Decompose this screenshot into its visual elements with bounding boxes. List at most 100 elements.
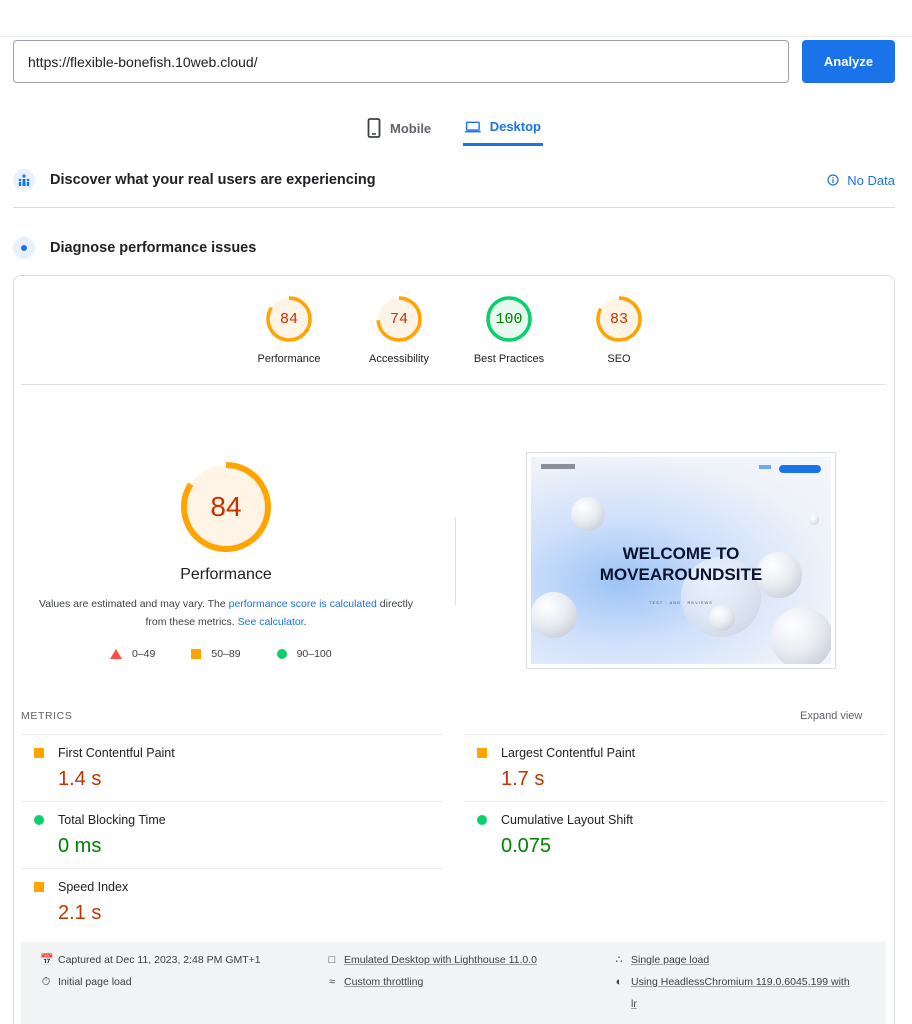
- tab-desktop-label: Desktop: [489, 119, 541, 134]
- vertical-divider: [455, 517, 456, 605]
- expand-view-button[interactable]: Expand view: [800, 710, 862, 722]
- initial-load-text: Initial page load: [58, 976, 132, 988]
- initial-load: ⏱ Initial page load: [40, 971, 132, 993]
- gauge-accessibility[interactable]: 74 Accessibility: [344, 295, 454, 365]
- performance-gauge: 84: [180, 461, 272, 553]
- single-page-load[interactable]: ∴ Single page load: [613, 949, 710, 971]
- circle-icon: [34, 815, 44, 825]
- circle-icon: [276, 649, 287, 659]
- gauge-performance[interactable]: 84 Performance: [234, 295, 344, 365]
- throttling[interactable]: ≈ Custom throttling: [326, 971, 423, 993]
- metrics-label: METRICS: [21, 710, 73, 722]
- nodes-icon: ∴: [615, 954, 623, 966]
- metric-value: 1.7 s: [501, 768, 545, 790]
- metric-value: 1.4 s: [58, 768, 102, 790]
- mobile-icon: [367, 118, 381, 138]
- gauge-score: 84: [279, 310, 298, 328]
- metric-lcp: Largest Contentful Paint 1.7 s: [477, 746, 897, 791]
- triangle-icon: [110, 649, 122, 659]
- url-input[interactable]: [13, 40, 789, 83]
- square-icon: [191, 649, 202, 659]
- see-calculator-link[interactable]: See calculator: [238, 616, 304, 628]
- gauge-label: Best Practices: [473, 353, 545, 365]
- sphere: [531, 592, 577, 638]
- gauge-score: 100: [495, 310, 523, 328]
- gauge-seo[interactable]: 83 SEO: [564, 295, 674, 365]
- section-divider: [13, 207, 895, 208]
- screenshot-subheading: TEST · AND · REVIEWS: [649, 600, 713, 605]
- gauge-label: Accessibility: [369, 353, 429, 365]
- captured-text: Captured at Dec 11, 2023, 2:48 PM GMT+1: [58, 954, 261, 966]
- metric-cls: Cumulative Layout Shift 0.075: [477, 813, 897, 858]
- legend-pass: 90–100: [276, 648, 332, 660]
- browser-line-2: lr: [631, 998, 637, 1010]
- wifi-icon: ≈: [328, 976, 336, 988]
- screenshot-heading-1: WELCOME TO: [622, 544, 740, 563]
- metric-name: Speed Index: [58, 880, 129, 894]
- performance-title: Performance: [180, 566, 272, 583]
- legend-label: 0–49: [132, 648, 156, 660]
- emulated-text: Emulated Desktop with Lighthouse 11.0.0: [344, 954, 538, 966]
- metric-divider: [464, 801, 886, 802]
- metric-name: First Contentful Paint: [58, 746, 175, 760]
- metric-value: 0 ms: [58, 835, 102, 857]
- desc-text: Values are estimated and may vary. The: [38, 598, 229, 610]
- site-button: [779, 465, 821, 473]
- emulated-device[interactable]: □ Emulated Desktop with Lighthouse 11.0.…: [326, 949, 537, 971]
- metric-divider: [21, 734, 443, 735]
- legend-label: 90–100: [296, 648, 332, 660]
- square-icon: [34, 748, 44, 758]
- metric-divider: [21, 868, 443, 869]
- score-legend: 0–49 50–89 90–100: [110, 648, 332, 660]
- square-icon: [34, 882, 44, 892]
- gauge-label: SEO: [607, 353, 631, 365]
- no-data-link[interactable]: No Data: [827, 173, 895, 188]
- gauge-best-practices[interactable]: 100 Best Practices: [454, 295, 564, 365]
- field-data-title: Discover what your real users are experi…: [50, 172, 376, 188]
- circle-icon: [477, 815, 487, 825]
- gauge-label: Performance: [257, 353, 321, 365]
- metric-fcp: First Contentful Paint 1.4 s: [34, 746, 454, 791]
- analyze-button[interactable]: Analyze: [802, 40, 895, 83]
- scores-divider: [21, 384, 886, 385]
- lab-data-header: Diagnose performance issues: [13, 233, 895, 263]
- no-data-label: No Data: [847, 172, 895, 188]
- field-data-header: Discover what your real users are experi…: [13, 165, 895, 195]
- legend-average: 50–89: [191, 648, 241, 660]
- desc-text: .: [303, 616, 307, 628]
- final-screenshot[interactable]: WELCOME TO MOVEAROUNDSITE TEST · AND · R…: [526, 452, 836, 669]
- metric-name: Cumulative Layout Shift: [501, 813, 634, 827]
- info-icon: [827, 174, 839, 186]
- sphere: [571, 497, 605, 531]
- top-divider: [0, 36, 912, 37]
- metric-speed-index: Speed Index 2.1 s: [34, 880, 454, 925]
- laptop-icon: [465, 121, 481, 132]
- score-calculated-link[interactable]: performance score is calculated: [229, 598, 377, 610]
- metric-value: 0.075: [501, 835, 552, 857]
- metric-divider: [21, 801, 443, 802]
- devices-icon: □: [328, 954, 336, 966]
- gauge-score: 83: [609, 310, 628, 328]
- square-icon: [477, 748, 487, 758]
- browser-info[interactable]: ◐ Using HeadlessChromium 119.0.6045.199 …: [613, 971, 883, 1015]
- gauge-score: 74: [389, 310, 408, 328]
- chrome-icon: ◐: [615, 976, 623, 988]
- browser-line-1: Using HeadlessChromium 119.0.6045.199 wi…: [631, 976, 850, 988]
- tab-mobile-label: Mobile: [390, 120, 432, 136]
- metric-name: Largest Contentful Paint: [501, 746, 636, 760]
- metric-value: 2.1 s: [58, 902, 102, 924]
- sphere: [809, 515, 819, 525]
- single-page-text: Single page load: [631, 954, 710, 966]
- calendar-icon: 📅: [40, 954, 54, 966]
- screenshot-heading-2: MOVEAROUNDSITE: [599, 565, 763, 584]
- timer-icon: ⏱: [41, 976, 51, 988]
- screenshot-preview: WELCOME TO MOVEAROUNDSITE TEST · AND · R…: [531, 457, 831, 664]
- legend-fail: 0–49: [110, 648, 155, 660]
- throttling-text: Custom throttling: [344, 976, 424, 988]
- sphere: [709, 605, 735, 631]
- tab-desktop[interactable]: Desktop: [463, 110, 543, 146]
- site-nav: [759, 465, 771, 469]
- legend-label: 50–89: [211, 648, 241, 660]
- site-logo: [541, 464, 575, 469]
- tab-mobile[interactable]: Mobile: [365, 110, 433, 146]
